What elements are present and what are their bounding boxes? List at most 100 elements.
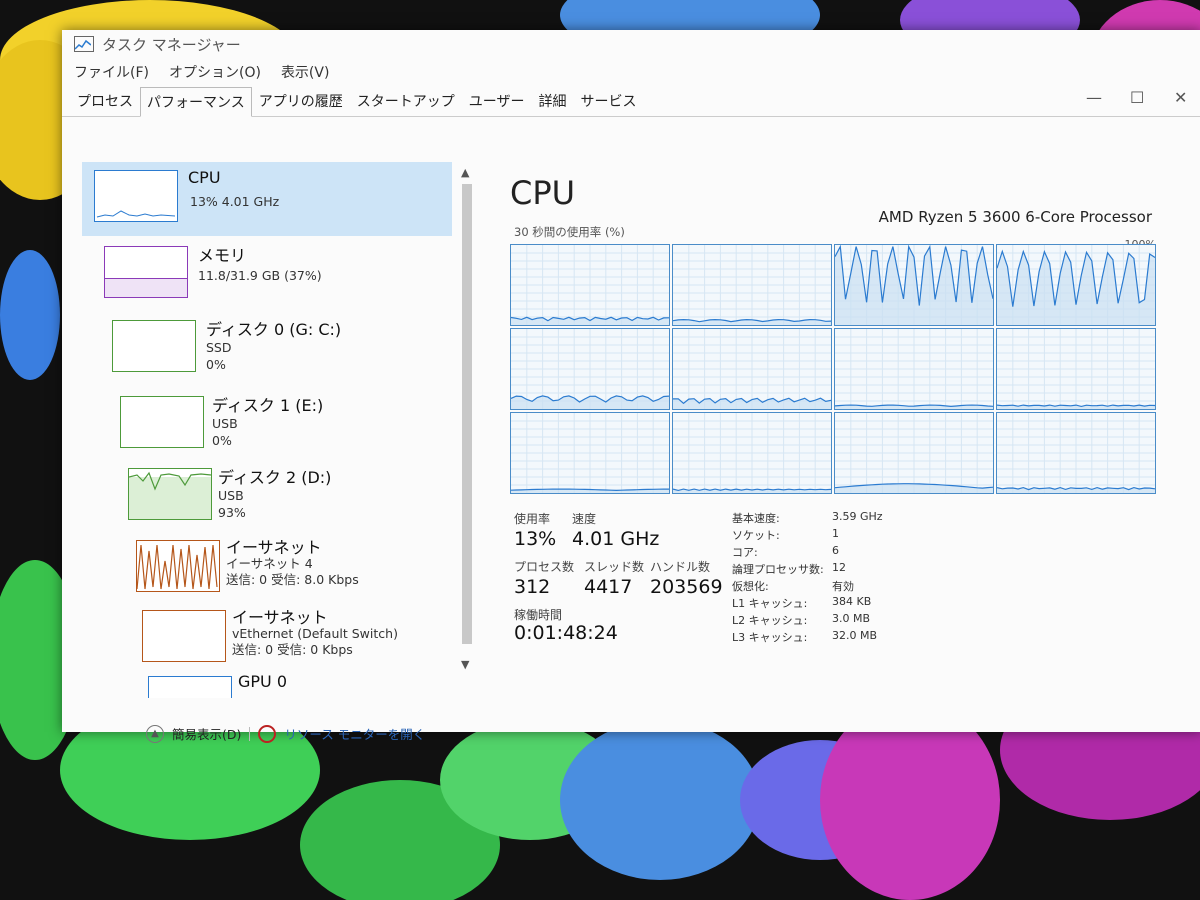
handle-count-label: ハンドル数 xyxy=(650,560,711,574)
resource-name: ディスク 0 (G: C:) xyxy=(206,320,342,339)
resource-item-memory[interactable]: メモリ 11.8/31.9 GB (37%) xyxy=(82,238,452,312)
uptime-label: 稼働時間 xyxy=(514,608,563,622)
cpu-stats: 使用率 速度 13% 4.01 GHz プロセス数 スレッド数 ハンドル数 31… xyxy=(510,510,1200,690)
cpu-model-name: AMD Ryzen 5 3600 6-Core Processor xyxy=(878,208,1152,226)
resource-detail: 13% 4.01 GHz xyxy=(190,194,280,209)
handle-count-value: 203569 xyxy=(650,576,723,598)
menu-bar: ファイル(F) オプション(O) 表示(V) xyxy=(62,58,1200,86)
spec-value: 384 KB xyxy=(832,595,872,608)
window-title: タスク マネージャー xyxy=(102,35,241,54)
cpu-detail-panel: CPU AMD Ryzen 5 3600 6-Core Processor 30… xyxy=(502,170,1192,670)
footer-bar: ▲ 簡易表示(D) リソース モニターを開く xyxy=(146,724,425,743)
footer-divider xyxy=(249,726,251,741)
disk1-thumbnail-graph xyxy=(120,396,204,448)
graph-caption: 30 秒間の使用率 (%) xyxy=(514,225,625,239)
resource-detail-usage: 93% xyxy=(218,505,246,520)
task-manager-window: タスク マネージャー — ☐ ✕ ファイル(F) オプション(O) 表示(V) … xyxy=(62,30,1200,743)
resource-detail-type: USB xyxy=(212,416,238,431)
resource-list: CPU 13% 4.01 GHz メモリ 11.8/31.9 GB (37%) … xyxy=(82,158,478,698)
usage-value: 13% xyxy=(514,528,557,550)
spec-key: L1 キャッシュ: xyxy=(732,597,808,610)
thread-count-label: スレッド数 xyxy=(584,560,645,574)
minimize-button[interactable]: — xyxy=(1086,88,1102,107)
core-graph-1 xyxy=(672,244,832,326)
spec-value: 6 xyxy=(832,544,839,557)
spec-key: コア: xyxy=(732,546,758,559)
menu-options[interactable]: オプション(O) xyxy=(169,62,261,82)
resource-name: ディスク 2 (D:) xyxy=(218,468,332,487)
resource-detail-adapter: イーサネット 4 xyxy=(226,556,313,571)
resource-item-vethernet[interactable]: イーサネット vEthernet (Default Switch) 送信: 0 … xyxy=(82,602,452,676)
core-usage-area xyxy=(511,395,669,409)
core-graph-0 xyxy=(510,244,670,326)
scrollbar-thumb[interactable] xyxy=(462,184,472,644)
core-graph-7 xyxy=(996,328,1156,410)
close-button[interactable]: ✕ xyxy=(1174,88,1187,107)
tab-users[interactable]: ユーザー xyxy=(462,86,532,116)
vethernet-thumbnail-graph xyxy=(142,610,226,662)
core-graph-3 xyxy=(996,244,1156,326)
chevron-up-icon[interactable]: ▲ xyxy=(146,724,164,743)
ethernet-thumbnail-graph xyxy=(136,540,220,592)
tab-app-history[interactable]: アプリの履歴 xyxy=(252,86,350,116)
spec-value: 1 xyxy=(832,527,839,540)
core-graph-5 xyxy=(672,328,832,410)
disk0-thumbnail-graph xyxy=(112,320,196,372)
thread-count-value: 4417 xyxy=(584,576,633,598)
core-graph-2 xyxy=(834,244,994,326)
spec-key: 基本速度: xyxy=(732,512,780,525)
compact-view-link[interactable]: 簡易表示(D) xyxy=(172,724,241,743)
resource-detail-adapter: vEthernet (Default Switch) xyxy=(232,626,398,641)
resource-name: イーサネット xyxy=(232,608,328,627)
task-manager-icon xyxy=(74,36,94,52)
cpu-heading: CPU xyxy=(510,174,576,212)
core-graph-10 xyxy=(834,412,994,494)
resource-item-disk1[interactable]: ディスク 1 (E:) USB 0% xyxy=(82,386,452,460)
tab-performance[interactable]: パフォーマンス xyxy=(140,87,252,117)
resource-detail-throughput: 送信: 0 受信: 0 Kbps xyxy=(232,642,353,657)
resource-detail-usage: 0% xyxy=(212,433,232,448)
menu-view[interactable]: 表示(V) xyxy=(281,62,330,82)
spec-key: ソケット: xyxy=(732,529,780,542)
resource-item-cpu[interactable]: CPU 13% 4.01 GHz xyxy=(82,162,452,236)
resource-detail: 11.8/31.9 GB (37%) xyxy=(198,268,322,283)
core-graph-8 xyxy=(510,412,670,494)
usage-label: 使用率 xyxy=(514,512,551,526)
resource-detail-type: SSD xyxy=(206,340,232,355)
tab-details[interactable]: 詳細 xyxy=(531,86,573,116)
speed-value: 4.01 GHz xyxy=(572,528,660,550)
resource-name: イーサネット xyxy=(226,538,322,557)
spec-value: 32.0 MB xyxy=(832,629,878,642)
resource-item-gpu0[interactable]: GPU 0 xyxy=(82,670,452,698)
resource-list-scrollbar[interactable]: ▲ ▼ xyxy=(458,162,476,672)
resource-monitor-icon xyxy=(258,724,277,743)
spec-value: 3.59 GHz xyxy=(832,510,883,523)
spec-value: 3.0 MB xyxy=(832,612,871,625)
tab-services[interactable]: サービス xyxy=(573,86,643,116)
open-resource-monitor-link[interactable]: リソース モニターを開く xyxy=(284,724,425,743)
resource-detail-usage: 0% xyxy=(206,357,226,372)
resource-name: メモリ xyxy=(198,246,247,265)
resource-name: ディスク 1 (E:) xyxy=(212,396,324,415)
scroll-up-icon[interactable]: ▲ xyxy=(461,166,469,179)
resource-item-disk0[interactable]: ディスク 0 (G: C:) SSD 0% xyxy=(82,310,452,384)
spec-value: 12 xyxy=(832,561,846,574)
tab-processes[interactable]: プロセス xyxy=(70,86,140,116)
spec-value: 有効 xyxy=(832,580,854,593)
resource-detail-type: USB xyxy=(218,488,244,503)
memory-thumbnail-graph xyxy=(104,246,188,298)
gpu-thumbnail-graph xyxy=(148,676,232,698)
spec-key: 論理プロセッサ数: xyxy=(732,563,824,576)
scroll-down-icon[interactable]: ▼ xyxy=(461,658,469,671)
resource-item-ethernet[interactable]: イーサネット イーサネット 4 送信: 0 受信: 8.0 Kbps xyxy=(82,532,452,606)
tab-startup[interactable]: スタートアップ xyxy=(350,86,462,116)
cpu-core-graphs xyxy=(510,244,1158,496)
disk2-thumbnail-graph xyxy=(128,468,212,520)
spec-key: L3 キャッシュ: xyxy=(732,631,808,644)
speed-label: 速度 xyxy=(572,512,597,526)
tab-bar: プロセス パフォーマンス アプリの履歴 スタートアップ ユーザー 詳細 サービス xyxy=(62,86,1200,117)
resource-item-disk2[interactable]: ディスク 2 (D:) USB 93% xyxy=(82,460,452,534)
core-graph-11 xyxy=(996,412,1156,494)
maximize-button[interactable]: ☐ xyxy=(1130,88,1144,107)
menu-file[interactable]: ファイル(F) xyxy=(74,62,149,82)
